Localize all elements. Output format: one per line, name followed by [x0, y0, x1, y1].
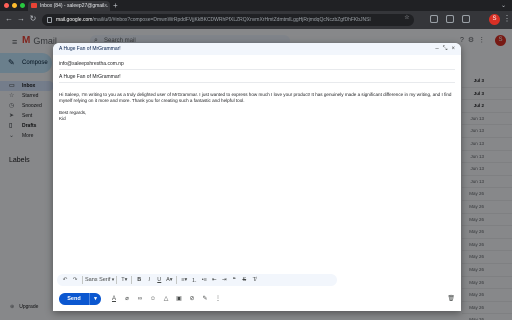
new-tab-button[interactable]: +	[113, 1, 118, 10]
confidential-mode-icon[interactable]: ⊘	[187, 293, 197, 305]
strikethrough-icon[interactable]: S	[239, 277, 249, 283]
minimize-window-dot[interactable]	[12, 3, 17, 8]
minimize-icon[interactable]: –	[435, 43, 438, 55]
font-family-select[interactable]: Sans Serif ▾	[85, 277, 114, 283]
redo-icon[interactable]: ↷	[70, 277, 80, 283]
subject-field[interactable]: A Huge Fan of MrGrammar!	[59, 71, 455, 83]
close-window-dot[interactable]	[4, 3, 9, 8]
address-bar[interactable]: mail.google.com/mail/u/0/#inbox?compose=…	[42, 14, 414, 26]
bookmark-star-icon[interactable]: ☆	[402, 14, 412, 21]
google-drive-icon[interactable]: △	[161, 293, 171, 305]
url-path: /mail/u/0/#inbox?compose=DmwnWrRpddFVjjK…	[92, 17, 371, 23]
tab-close-icon[interactable]: ×	[104, 1, 107, 11]
bold-icon[interactable]: B	[134, 277, 144, 283]
more-options-icon[interactable]: ⋮	[213, 293, 223, 305]
body-paragraph: Hi Saleep, I'm writing to you as a truly…	[59, 92, 452, 103]
forward-arrow-icon[interactable]: →	[16, 14, 26, 23]
remove-formatting-icon[interactable]: T̸	[249, 277, 259, 283]
insert-link-icon[interactable]: ∞	[135, 293, 145, 305]
window-controls	[4, 3, 25, 8]
quote-icon[interactable]: ❝	[229, 277, 239, 283]
discard-draft-icon[interactable]: 🗑	[447, 293, 455, 305]
browser-profile-avatar[interactable]: S	[489, 14, 500, 25]
toolbar-divider	[131, 276, 133, 284]
exit-fullscreen-icon[interactable]: ⤡	[443, 43, 448, 55]
reload-icon[interactable]: ↻	[28, 14, 38, 23]
subject-value: A Huge Fan of MrGrammar!	[59, 74, 121, 80]
text-color-icon[interactable]: A▾	[164, 277, 174, 283]
browser-tab-gmail[interactable]: Inbox (84) - saleep27@gmail... ×	[28, 1, 110, 11]
schedule-send-dropdown-icon[interactable]: ▾	[89, 293, 101, 305]
compose-footer: Send ▾ A ⌀ ∞ ☺ △ ▣ ⊘ ✎ ⋮ 🗑	[53, 292, 461, 308]
formatting-toolbar: ↶ ↷ Sans Serif ▾ T▾ B I U A▾ ≡▾ ⒈ •≡ ⇤ ⇥…	[57, 274, 337, 286]
close-icon[interactable]: ×	[451, 43, 455, 55]
underline-icon[interactable]: U	[154, 277, 164, 283]
formatting-options-icon[interactable]: A	[109, 293, 119, 305]
compose-header[interactable]: A Huge Fan of MrGrammar! – ⤡ ×	[53, 43, 461, 55]
browser-menu-icon[interactable]: ⋮	[503, 14, 511, 23]
back-arrow-icon[interactable]: ←	[4, 14, 14, 23]
align-icon[interactable]: ≡▾	[179, 277, 189, 283]
insert-emoji-icon[interactable]: ☺	[148, 293, 158, 305]
gmail-favicon-icon	[31, 3, 37, 8]
bulleted-list-icon[interactable]: •≡	[199, 277, 209, 283]
font-family-value: Sans Serif	[85, 277, 111, 283]
undo-icon[interactable]: ↶	[60, 277, 70, 283]
text-size-icon[interactable]: T▾	[119, 277, 129, 283]
browser-toolbar: ← → ↻ mail.google.com/mail/u/0/#inbox?co…	[0, 11, 512, 29]
compose-actions: A ⌀ ∞ ☺ △ ▣ ⊘ ✎ ⋮	[109, 293, 223, 305]
italic-icon[interactable]: I	[144, 277, 154, 283]
signature-pen-icon[interactable]: ✎	[200, 293, 210, 305]
extension-puzzle-icon[interactable]	[446, 15, 454, 23]
extension-icon[interactable]	[430, 15, 438, 23]
compose-header-title: A Huge Fan of MrGrammar!	[59, 46, 121, 52]
lock-icon	[47, 17, 52, 23]
to-field[interactable]: info@saleepshrestha.com.np	[59, 58, 455, 70]
toolbar-divider	[82, 276, 83, 284]
toolbar-divider	[176, 276, 178, 284]
url-host: mail.google.com	[56, 17, 93, 23]
compose-dialog: A Huge Fan of MrGrammar! – ⤡ × info@sale…	[53, 43, 461, 311]
tab-search-chevron-icon[interactable]: ⌄	[501, 2, 506, 9]
indent-more-icon[interactable]: ⇥	[219, 277, 229, 283]
insert-photo-icon[interactable]: ▣	[174, 293, 184, 305]
compose-header-controls: – ⤡ ×	[435, 43, 455, 55]
tab-title: Inbox (84) - saleep27@gmail...	[40, 3, 109, 9]
browser-tab-bar: Inbox (84) - saleep27@gmail... × + ⌄	[0, 0, 512, 11]
toolbar-divider	[116, 276, 118, 284]
sidebar-icon[interactable]	[462, 15, 470, 23]
send-button[interactable]: Send ▾	[59, 293, 101, 305]
numbered-list-icon[interactable]: ⒈	[189, 276, 199, 284]
message-body[interactable]: Hi Saleep, I'm writing to you as a truly…	[59, 92, 455, 122]
send-button-label: Send	[67, 296, 81, 302]
signature: Kid	[59, 116, 66, 121]
to-recipient: info@saleepshrestha.com.np	[59, 61, 124, 67]
indent-less-icon[interactable]: ⇤	[209, 277, 219, 283]
attach-file-icon[interactable]: ⌀	[122, 293, 132, 305]
maximize-window-dot[interactable]	[20, 3, 25, 8]
